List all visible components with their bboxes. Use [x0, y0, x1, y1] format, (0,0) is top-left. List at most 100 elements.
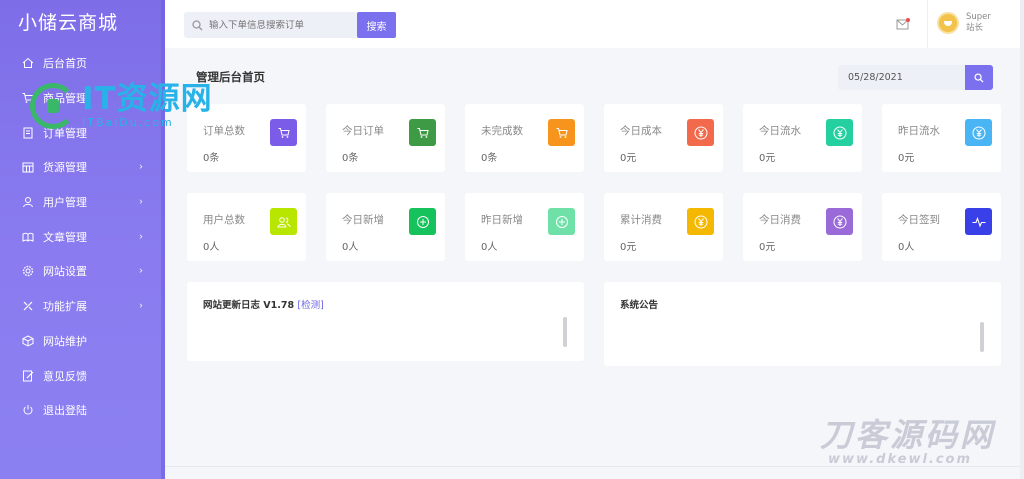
search-icon [974, 72, 984, 83]
stat-value: 0元 [620, 153, 637, 164]
sidebar-item-9[interactable]: 意见反馈 [0, 358, 165, 393]
search-input[interactable] [209, 19, 349, 31]
stat-value: 0人 [898, 242, 915, 253]
pulse-icon [965, 208, 992, 235]
watermark-right-url: www.dkewl.com [828, 452, 973, 467]
stat-card: 昨日流水 0元 [882, 104, 1001, 172]
sidebar-item-5[interactable]: 文章管理 › [0, 219, 165, 254]
tools-icon [21, 299, 35, 313]
stat-value: 0元 [620, 242, 637, 253]
users-icon [270, 208, 297, 235]
sidebar-item-6[interactable]: 网站设置 › [0, 254, 165, 289]
search-box[interactable] [184, 12, 358, 38]
watermark-logo-icon [30, 82, 76, 129]
stat-value: 0人 [481, 242, 498, 253]
plus-circle-icon [409, 208, 436, 235]
stat-label: 累计消费 [620, 214, 662, 226]
home-icon [21, 56, 35, 70]
changelog-title: 网站更新日志 V1.78 [检测] [203, 297, 324, 311]
sidebar-item-10[interactable]: 退出登陆 [0, 393, 165, 428]
cart-icon [409, 119, 436, 146]
sidebar-item-4[interactable]: 用户管理 › [0, 185, 165, 220]
check-update-link[interactable]: [检测] [297, 300, 323, 311]
sidebar-item-8[interactable]: 网站维护 [0, 324, 165, 359]
stat-label: 未完成数 [481, 125, 523, 137]
stat-value: 0元 [759, 242, 776, 253]
watermark-dkewl: 刀客源码网 www.dkewl.com [820, 418, 995, 467]
watermark-left-url: ITBaiDu.com [82, 116, 174, 129]
user-icon [21, 195, 35, 209]
chevron-right-icon: › [139, 196, 143, 208]
stat-card: 今日订单 0条 [326, 104, 445, 172]
stat-value: 0人 [203, 242, 220, 253]
plus-circle-icon [548, 208, 575, 235]
chevron-right-icon: › [139, 265, 143, 277]
panel-scrollbar[interactable] [563, 317, 567, 347]
notice-panel: 系统公告 [604, 282, 1001, 366]
sidebar-item-7[interactable]: 功能扩展 › [0, 289, 165, 324]
stat-label: 今日订单 [342, 125, 384, 137]
stat-label: 用户总数 [203, 214, 245, 226]
stat-value: 0条 [342, 153, 359, 164]
stat-card: 昨日新增 0人 [465, 193, 584, 261]
stat-card: 累计消费 0元 [604, 193, 723, 261]
avatar[interactable] [937, 12, 959, 34]
yen-icon [826, 208, 853, 235]
stat-label: 今日消费 [759, 214, 801, 226]
date-input[interactable]: 05/28/2021 [838, 65, 965, 90]
sidebar-item-label: 意见反馈 [43, 369, 87, 383]
power-icon [21, 403, 35, 417]
search-button[interactable]: 搜索 [357, 12, 396, 38]
sidebar-item-label: 文章管理 [43, 230, 87, 244]
topbar-divider [927, 0, 928, 48]
user-role: 站长 [966, 23, 984, 33]
sidebar-item-0[interactable]: 后台首页 [0, 46, 165, 81]
chevron-right-icon: › [139, 161, 143, 173]
panel-scrollbar[interactable] [980, 322, 984, 352]
chevron-right-icon: › [139, 231, 143, 243]
yen-icon [687, 119, 714, 146]
stat-label: 今日签到 [898, 214, 940, 226]
watermark-left-title: IT资源网 [82, 81, 213, 117]
page-scrollbar[interactable] [1020, 0, 1024, 479]
sidebar-item-label: 网站设置 [43, 265, 87, 279]
yen-icon [965, 119, 992, 146]
sidebar-item-3[interactable]: 货源管理 › [0, 150, 165, 185]
user-menu[interactable]: Super 站长 [937, 12, 991, 34]
stat-label: 今日成本 [620, 125, 662, 137]
user-name: Super [966, 12, 991, 22]
sidebar-item-label: 货源管理 [43, 161, 87, 175]
date-search-button[interactable] [965, 65, 993, 90]
stat-label: 今日新增 [342, 214, 384, 226]
watermark-itbaidu: IT资源网 ITBaiDu.com [30, 82, 213, 129]
changelog-title-text: 网站更新日志 V1.78 [203, 300, 295, 311]
stat-card: 今日流水 0元 [743, 104, 862, 172]
stat-label: 昨日新增 [481, 214, 523, 226]
stat-label: 昨日流水 [898, 125, 940, 137]
gear-icon [21, 264, 35, 278]
stat-value: 0条 [203, 153, 220, 164]
top-bar: 搜索 Super 站长 [165, 0, 1020, 48]
stat-value: 0元 [898, 153, 915, 164]
stat-card: 今日成本 0元 [604, 104, 723, 172]
stat-card: 用户总数 0人 [187, 193, 306, 261]
sidebar: 小储云商城 后台首页 商品管理 订单管理 货源管理 › 用户管理 › 文章管理 › 网站设置 › 功能… [0, 0, 165, 479]
notice-title: 系统公告 [620, 300, 659, 311]
search-icon [192, 19, 203, 30]
cube-icon [21, 334, 35, 348]
sidebar-item-label: 退出登陆 [43, 404, 87, 418]
stat-value: 0元 [759, 153, 776, 164]
chevron-right-icon: › [139, 300, 143, 312]
cart-icon [270, 119, 297, 146]
feedback-icon [21, 369, 35, 383]
changelog-panel: 网站更新日志 V1.78 [检测] [187, 282, 584, 361]
stat-card: 今日消费 0元 [743, 193, 862, 261]
sidebar-item-label: 功能扩展 [43, 300, 87, 314]
grid-icon [21, 160, 35, 174]
stat-card: 今日签到 0人 [882, 193, 1001, 261]
book-icon [21, 230, 35, 244]
sidebar-item-label: 网站维护 [43, 334, 87, 348]
cart-icon [548, 119, 575, 146]
mail-icon[interactable] [896, 18, 910, 30]
yen-icon [826, 119, 853, 146]
